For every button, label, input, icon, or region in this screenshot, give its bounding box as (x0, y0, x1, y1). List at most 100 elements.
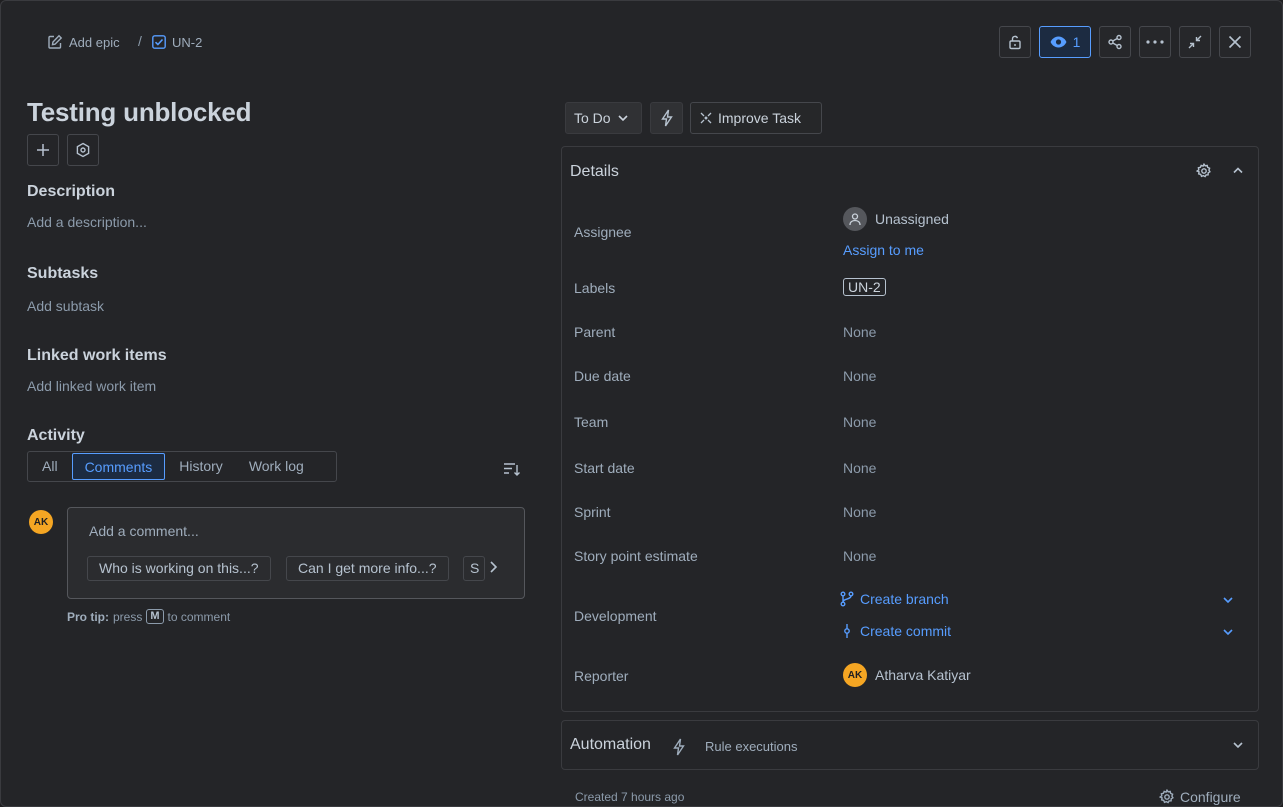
start-date-value[interactable]: None (843, 460, 876, 476)
label-tag[interactable]: UN-2 (843, 278, 886, 296)
assignee-field[interactable]: Unassigned (843, 207, 949, 231)
suggestion-chip-working[interactable]: Who is working on this...? (87, 556, 271, 581)
add-subtask-button[interactable]: Add subtask (27, 298, 104, 314)
create-branch-link[interactable]: Create branch (840, 591, 949, 607)
more-icon (1146, 40, 1164, 44)
sort-icon (503, 461, 521, 477)
collapse-icon (1187, 34, 1203, 50)
close-button[interactable] (1219, 26, 1251, 58)
details-panel: Details Assignee Unassigned Assign to me… (561, 146, 1259, 712)
created-timestamp: Created 7 hours ago (575, 790, 685, 804)
improve-task-button[interactable]: Improve Task (690, 102, 822, 134)
lock-button[interactable] (999, 26, 1031, 58)
description-field[interactable]: Add a description... (27, 214, 147, 230)
user-avatar: AK (29, 510, 53, 534)
parent-value[interactable]: None (843, 324, 876, 340)
minimize-button[interactable] (1179, 26, 1211, 58)
subtasks-heading: Subtasks (27, 265, 99, 282)
tab-comments[interactable]: Comments (71, 453, 166, 480)
chevron-down-icon (617, 114, 629, 122)
add-linked-item-button[interactable]: Add linked work item (27, 378, 156, 394)
activity-heading: Activity (27, 427, 85, 444)
pro-tip-rest: to comment (167, 609, 231, 624)
reporter-name: Atharva Katiyar (875, 667, 971, 683)
improve-task-label: Improve Task (718, 110, 801, 126)
create-branch-label: Create branch (860, 591, 949, 607)
automation-action-button[interactable] (650, 102, 683, 134)
details-collapse-button[interactable] (1232, 166, 1244, 174)
assign-to-me-link[interactable]: Assign to me (843, 242, 924, 258)
labels-label: Labels (574, 280, 616, 296)
issue-key: UN-2 (172, 34, 203, 50)
suggestion-chip-truncated[interactable]: S (463, 556, 485, 581)
issue-key-link[interactable]: UN-2 (152, 33, 202, 51)
sort-button[interactable] (503, 461, 521, 477)
configure-label: Configure (1180, 789, 1241, 805)
due-date-label: Due date (574, 368, 631, 384)
commit-icon (842, 623, 852, 639)
add-button[interactable] (27, 134, 59, 166)
comment-box[interactable]: Add a comment... Who is working on this.… (67, 507, 525, 599)
assignee-label: Assignee (574, 224, 632, 240)
reporter-avatar: AK (843, 663, 867, 687)
chevron-down-icon (1232, 741, 1244, 749)
team-label: Team (574, 414, 609, 430)
create-commit-link[interactable]: Create commit (842, 623, 951, 639)
description-heading: Description (27, 183, 116, 200)
watch-count: 1 (1072, 34, 1081, 50)
story-points-value[interactable]: None (843, 548, 876, 564)
sprint-value[interactable]: None (843, 504, 876, 520)
due-date-value[interactable]: None (843, 368, 876, 384)
pro-tip-label: Pro tip: (67, 609, 109, 624)
sparkle-icon (699, 111, 713, 125)
reporter-field[interactable]: AK Atharva Katiyar (843, 663, 971, 687)
configure-button[interactable]: Configure (1159, 789, 1241, 805)
hexagon-icon (75, 142, 91, 158)
unlock-icon (1007, 34, 1023, 50)
tab-work-log[interactable]: Work log (237, 453, 316, 480)
automation-expand-button[interactable] (1232, 741, 1244, 749)
branch-dropdown-button[interactable] (1222, 596, 1234, 604)
gear-icon (1159, 789, 1175, 805)
more-actions-button[interactable] (1139, 26, 1171, 58)
pro-tip: Pro tip: press M to comment (67, 609, 230, 624)
watch-button[interactable]: 1 (1039, 26, 1091, 58)
commit-dropdown-button[interactable] (1222, 628, 1234, 636)
status-dropdown[interactable]: To Do (565, 102, 642, 134)
suggestion-chip-more-info[interactable]: Can I get more info...? (286, 556, 449, 581)
share-button[interactable] (1099, 26, 1131, 58)
task-checkbox-icon (152, 35, 166, 49)
edit-icon (47, 34, 63, 50)
comment-input[interactable]: Add a comment... (89, 523, 199, 539)
add-epic-label: Add epic (69, 34, 120, 50)
issue-modal: Add epic / UN-2 1 Testing unblocked Desc… (0, 0, 1283, 807)
automation-panel[interactable]: Automation Rule executions (561, 720, 1259, 770)
assignee-value: Unassigned (875, 211, 949, 227)
details-heading: Details (570, 163, 619, 180)
eye-icon (1050, 36, 1067, 48)
team-value[interactable]: None (843, 414, 876, 430)
parent-label: Parent (574, 324, 616, 340)
apps-button[interactable] (67, 134, 99, 166)
rule-executions-link[interactable]: Rule executions (705, 739, 798, 754)
chevron-down-icon (1222, 596, 1234, 604)
labels-field[interactable]: UN-2 (843, 278, 886, 296)
linked-items-heading: Linked work items (27, 347, 167, 364)
plus-icon (35, 142, 51, 158)
start-date-label: Start date (574, 460, 635, 476)
story-points-label: Story point estimate (574, 548, 698, 564)
issue-title[interactable]: Testing unblocked (27, 97, 252, 128)
lightning-icon (660, 109, 673, 127)
share-icon (1107, 34, 1123, 50)
suggestions-next-button[interactable] (488, 560, 498, 574)
add-epic-link[interactable]: Add epic (47, 33, 120, 51)
gear-icon (1196, 163, 1212, 179)
chevron-right-icon (488, 560, 498, 574)
details-settings-button[interactable] (1196, 163, 1212, 179)
activity-tabs: All Comments History Work log (27, 451, 337, 482)
chevron-up-icon (1232, 166, 1244, 174)
tab-history[interactable]: History (167, 453, 235, 480)
branch-icon (840, 591, 854, 607)
tab-all[interactable]: All (30, 453, 70, 480)
shortcut-key: M (146, 609, 164, 624)
